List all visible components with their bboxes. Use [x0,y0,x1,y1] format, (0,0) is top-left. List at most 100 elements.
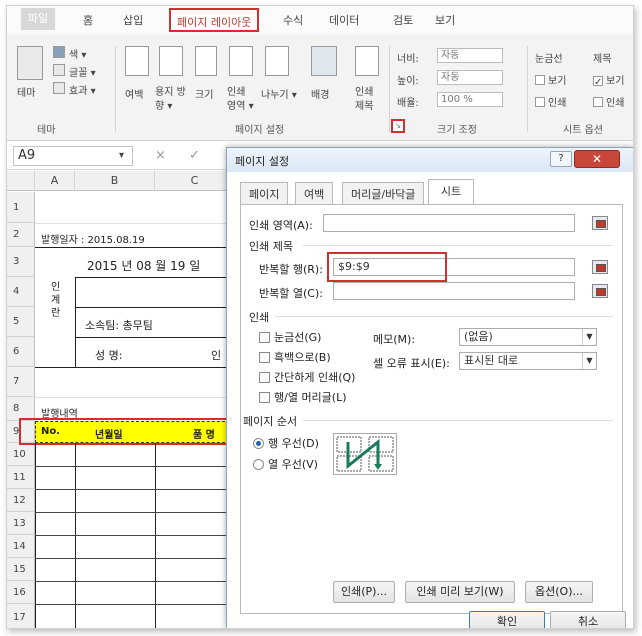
fonts-button[interactable]: 글꼴 ▾ [69,64,96,79]
table-border [75,337,235,338]
print-area-label: 인쇄 영역(A): [249,219,313,232]
table-border [35,466,235,467]
over-then-down-radio[interactable]: 열 우선(V) [253,456,318,472]
checkbox-icon [259,392,270,403]
issue-date-text: 발행일자 : 2015.08.19 [41,235,145,246]
column-header-b[interactable]: B [75,171,155,191]
tab-insert[interactable]: 삽입 [123,12,143,28]
tab-view[interactable]: 보기 [435,12,455,28]
row-header[interactable]: 16 [7,581,35,604]
ribbon: 파일 홈 삽입 페이지 레이아웃 수식 데이터 검토 보기 테마 색 ▾ 글꼴 … [7,6,633,141]
row-header[interactable]: 3 [7,247,35,277]
black-white-checkbox[interactable]: 흑백으로(B) [259,349,331,365]
tab-home[interactable]: 홈 [83,12,93,28]
down-then-over-radio[interactable]: 행 우선(D) [253,435,319,451]
cancel-button[interactable]: 취소 [550,611,626,628]
name-box[interactable]: A9 [13,146,133,166]
gridlines-checkbox[interactable]: 눈금선(G) [259,329,321,345]
row-header[interactable]: 6 [7,337,35,367]
print-area-input[interactable] [323,214,575,232]
height-select[interactable]: 자동 [437,70,503,85]
comments-select[interactable]: (없음) ▼ [459,328,597,346]
print-label: 인쇄 [606,98,625,109]
tab-data[interactable]: 데이터 [329,12,359,28]
tab-formulas[interactable]: 수식 [283,12,303,28]
themes-button-label: 테마 [17,88,36,99]
row-header[interactable]: 2 [7,223,35,247]
size-icon[interactable] [195,46,217,76]
collapse-dialog-icon[interactable] [592,216,608,230]
cancel-icon[interactable]: × [155,148,166,163]
select-all-corner[interactable] [7,171,35,191]
tab-margins[interactable]: 여백 [295,182,334,204]
dialog-titlebar[interactable]: 페이지 설정 ? ✕ [227,148,633,172]
row-header[interactable]: 1 [7,192,35,223]
gridlines-print-checkbox[interactable]: 인쇄 [535,94,566,109]
tab-page[interactable]: 페이지 [240,182,289,204]
row-header[interactable]: 15 [7,558,35,581]
colors-button[interactable]: 색 ▾ [69,46,86,61]
margins-icon[interactable] [125,46,149,76]
width-select[interactable]: 자동 [437,48,503,63]
breaks-button-label: 나누기 ▾ [261,90,297,101]
row-header[interactable]: 7 [7,367,35,397]
checkbox-icon [535,97,545,107]
column-header-c[interactable]: C [155,171,235,191]
row-header[interactable]: 10 [7,443,35,466]
row-header[interactable]: 4 [7,277,35,307]
row-header[interactable]: 13 [7,512,35,535]
table-border [75,277,235,278]
tab-file[interactable]: 파일 [21,8,55,30]
cols-to-repeat-input[interactable] [333,282,575,300]
gridlines-view-checkbox[interactable]: 보기 [535,72,566,87]
themes-icon[interactable] [17,46,43,80]
scale-group-title: 크기 조정 [437,125,477,136]
collapse-dialog-icon[interactable] [592,260,608,274]
row-header[interactable]: 17 [7,604,35,628]
row-header[interactable]: 12 [7,489,35,512]
table-border [35,247,235,248]
confirm-icon[interactable]: ✓ [189,148,200,163]
print-area-button-label: 인쇄 영역 ▾ [227,87,254,112]
row-header[interactable]: 14 [7,535,35,558]
background-button-label: 배경 [311,90,330,101]
column-header-a[interactable]: A [35,171,75,191]
row-header[interactable]: 5 [7,307,35,337]
background-icon[interactable] [311,46,337,76]
tab-page-layout[interactable]: 페이지 레이아웃 [169,8,260,32]
gridlines-label: 눈금선 [535,54,563,65]
checkbox-icon [535,75,545,85]
headings-view-checkbox[interactable]: ✓ 보기 [593,72,624,88]
close-button[interactable]: ✕ [574,150,620,168]
row-header[interactable]: 11 [7,466,35,489]
scale-spinner[interactable]: 100 % [437,92,503,107]
headings-print-checkbox[interactable]: 인쇄 [593,94,624,109]
cell-errors-select[interactable]: 표시된 대로 ▼ [459,352,597,370]
tab-review[interactable]: 검토 [393,12,413,28]
page-setup-group-title: 페이지 설정 [235,125,285,136]
print-preview-button[interactable]: 인쇄 미리 보기(W) [405,581,515,603]
tab-header-footer[interactable]: 머리글/바닥글 [342,182,425,204]
table-border [35,558,235,559]
collapse-dialog-icon[interactable] [592,284,608,298]
ok-button[interactable]: 확인 [469,611,545,628]
draft-quality-checkbox[interactable]: 간단하게 인쇄(Q) [259,369,355,385]
options-button[interactable]: 옵션(O)... [525,581,593,603]
tab-sheet[interactable]: 시트 [428,179,474,205]
print-area-icon[interactable] [229,46,253,76]
print-titles-section: 인쇄 제목 [249,240,293,253]
chevron-down-icon: ▼ [582,329,596,345]
breaks-icon[interactable] [265,46,289,76]
orientation-icon[interactable] [159,46,183,76]
help-button[interactable]: ? [550,151,572,167]
effects-button[interactable]: 효과 ▾ [69,82,96,97]
radio-icon [253,459,264,470]
chevron-down-icon[interactable]: ▾ [119,150,124,161]
view-label: 보기 [548,76,567,87]
row-col-headings-checkbox[interactable]: 행/열 머리글(L) [259,389,347,405]
print-button[interactable]: 인쇄(P)... [333,581,395,603]
print-titles-icon[interactable] [355,46,379,76]
page-setup-dialog-launcher[interactable]: ↘ [391,119,405,133]
ribbon-separator [115,46,116,132]
checkbox-icon [259,332,270,343]
